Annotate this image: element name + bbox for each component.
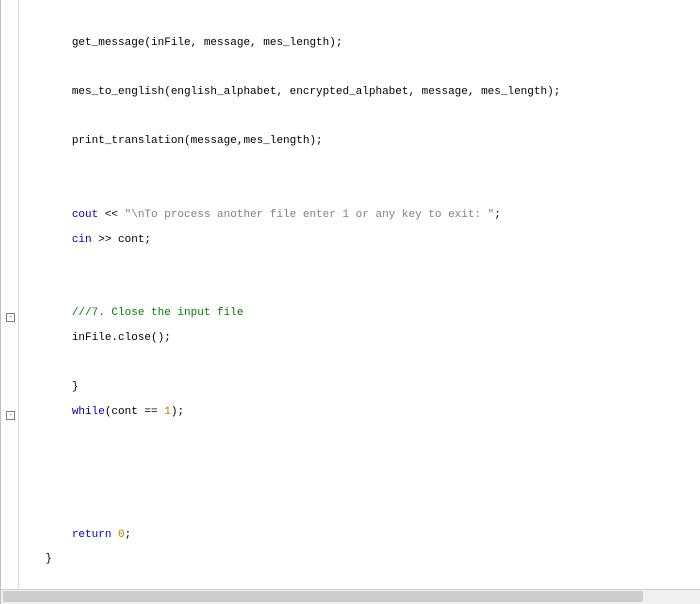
indent: [19, 332, 72, 344]
code-area[interactable]: get_message(inFile, message, mes_length)…: [19, 0, 699, 604]
indent: [19, 381, 72, 393]
indent: [19, 209, 72, 221]
keyword-cin: cin: [72, 234, 92, 246]
number: 0: [118, 529, 125, 541]
indent: [19, 86, 72, 98]
code-text: >> cont;: [92, 234, 151, 246]
indent: [19, 234, 72, 246]
fold-gutter: - -: [2, 0, 19, 604]
code-text: get_message(inFile, message, mes_length)…: [72, 37, 343, 49]
fold-marker[interactable]: -: [6, 411, 15, 420]
horizontal-scrollbar[interactable]: [1, 589, 700, 604]
code-text: print_translation(message,mes_length);: [72, 135, 323, 147]
indent: [19, 135, 72, 147]
fold-marker[interactable]: -: [6, 313, 15, 322]
keyword-cout: cout: [72, 209, 98, 221]
indent: [19, 406, 72, 418]
indent: [19, 307, 72, 319]
string-literal: "\nTo process another file enter 1 or an…: [125, 209, 495, 221]
code-text: mes_to_english(english_alphabet, encrypt…: [72, 86, 560, 98]
number: 1: [164, 406, 171, 418]
brace: }: [45, 553, 52, 565]
indent: [19, 529, 72, 541]
code-editor[interactable]: - - get_message(inFile, message, mes_len…: [0, 0, 700, 604]
code-text: <<: [98, 209, 124, 221]
code-text: ;: [125, 529, 132, 541]
keyword-return: return: [72, 529, 112, 541]
code-text: (cont ==: [105, 406, 164, 418]
code-text: ;: [494, 209, 501, 221]
comment: ///7. Close the input file: [72, 307, 244, 319]
brace: }: [72, 381, 79, 393]
indent: [19, 37, 72, 49]
code-text: );: [171, 406, 184, 418]
scrollbar-thumb[interactable]: [3, 591, 643, 602]
keyword-while: while: [72, 406, 105, 418]
indent: [19, 553, 45, 565]
code-text: inFile.close();: [72, 332, 171, 344]
